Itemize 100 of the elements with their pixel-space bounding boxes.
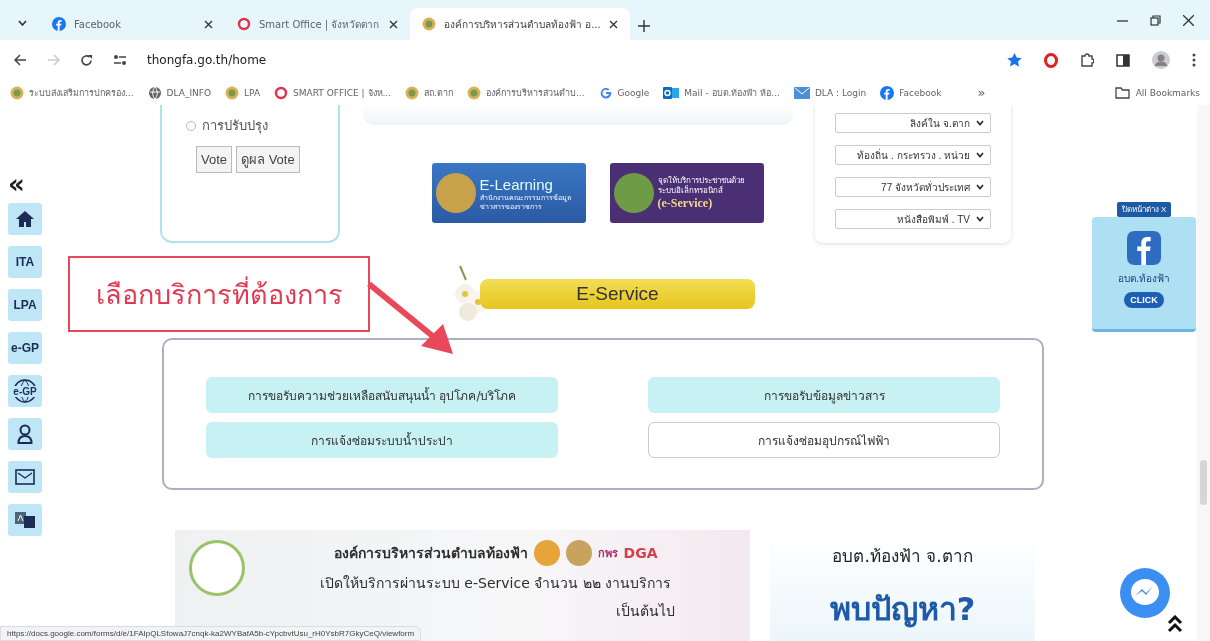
scroll-to-top-icon[interactable] xyxy=(1167,615,1183,633)
google-icon xyxy=(598,85,613,100)
bookmark[interactable]: Google xyxy=(617,87,650,98)
side-panel-icon[interactable] xyxy=(1116,53,1130,67)
service-button[interactable]: การแจ้งซ่อมระบบน้ำประปา xyxy=(206,422,558,458)
close-widget-button[interactable]: ปิดหน้าต่าง X xyxy=(1116,202,1172,217)
close-icon[interactable] xyxy=(389,19,398,29)
person-button[interactable] xyxy=(8,418,42,450)
mail-app-icon xyxy=(663,85,680,100)
bookmarks-overflow[interactable]: » xyxy=(977,85,986,100)
chevron-down-icon xyxy=(976,152,984,158)
collapse-sidebar[interactable]: « xyxy=(8,173,48,195)
chevron-down-icon xyxy=(976,216,984,222)
seal-icon xyxy=(10,85,24,100)
site-settings-icon[interactable] xyxy=(113,54,127,66)
puzzle-icon[interactable] xyxy=(1080,53,1094,67)
seal-icon xyxy=(533,540,560,566)
mail-icon xyxy=(793,86,810,99)
click-button[interactable]: CLICK xyxy=(1124,292,1164,308)
avatar-icon[interactable] xyxy=(1152,51,1170,69)
emblem-icon xyxy=(613,173,654,213)
bookmark[interactable]: Facebook xyxy=(899,87,942,98)
seal-icon xyxy=(466,85,481,100)
sidebar-link[interactable]: e-GP xyxy=(8,332,42,364)
scrollbar-thumb[interactable] xyxy=(1200,460,1207,505)
folder-icon xyxy=(1114,86,1130,99)
bookmark[interactable]: Mail - อบต.ท้องฟ้า ห้อ... xyxy=(684,85,780,100)
seal-icon xyxy=(422,17,436,31)
address-bar-url[interactable]: thongfa.go.th/home xyxy=(147,53,267,67)
seal-icon xyxy=(225,85,240,100)
banner-subtitle: (e-Service) xyxy=(657,195,714,211)
bookmark[interactable]: DLA : Login xyxy=(814,87,867,98)
facebook-icon xyxy=(880,85,895,100)
all-bookmarks[interactable]: All Bookmarks xyxy=(1135,87,1200,98)
link-dropdown[interactable]: ลิงค์ใน จ.ตาก xyxy=(835,113,991,133)
logo-text: กพร xyxy=(597,546,618,562)
restore-icon[interactable] xyxy=(1150,14,1161,26)
promo-text: เป็นต้นไป xyxy=(616,601,675,621)
browser-tab[interactable]: Facebook xyxy=(40,8,225,40)
home-button[interactable] xyxy=(8,203,42,235)
promo-headline: พบปัญหา? xyxy=(829,589,976,630)
link-dropdown[interactable]: หนังสือพิมพ์ . TV xyxy=(835,209,991,229)
banner-title: E-Learning xyxy=(479,175,553,193)
bookmark[interactable]: สถ.ตาก xyxy=(424,85,453,100)
home-icon xyxy=(15,210,35,228)
star-icon[interactable] xyxy=(1007,53,1022,67)
sidebar-link[interactable]: LPA xyxy=(8,289,42,321)
vote-button[interactable]: ดูผล Vote xyxy=(236,146,300,173)
facebook-icon xyxy=(52,17,66,31)
close-icon[interactable] xyxy=(204,19,213,29)
chevron-down-icon xyxy=(976,184,984,190)
reload-icon[interactable] xyxy=(80,53,93,67)
seal-icon xyxy=(405,85,420,100)
chevron-down-icon xyxy=(976,120,984,126)
facebook-icon xyxy=(1127,231,1161,265)
extension-icon[interactable] xyxy=(1044,52,1058,68)
bookmark[interactable]: ระบบส่งเสริมการปกครอง... xyxy=(29,85,134,100)
logo-text: DGA xyxy=(623,545,658,561)
menu-icon[interactable] xyxy=(1192,53,1196,67)
sidebar-link[interactable]: ITA xyxy=(8,246,42,278)
link-dropdown[interactable]: ท้องถิ่น . กระทรวง . หน่วย xyxy=(835,145,991,165)
egp-globe-link[interactable]: e-GP xyxy=(8,375,42,407)
back-arrow-icon[interactable] xyxy=(14,54,27,66)
facebook-widget[interactable]: อบต.ท้องฟ้า CLICK xyxy=(1092,217,1196,332)
seal-icon xyxy=(565,540,592,566)
emblem-icon xyxy=(435,173,476,213)
poll-option-label: การปรับปรุง xyxy=(202,117,268,136)
service-button[interactable]: การขอรับข้อมูลข่าวสาร xyxy=(648,377,1000,413)
ring-icon xyxy=(237,17,251,31)
link-dropdown[interactable]: 77 จังหวัดทั่วประเทศ xyxy=(835,177,991,197)
close-icon[interactable] xyxy=(608,19,618,29)
browser-tab[interactable]: องค์การบริหารส่วนตำบลท้องฟ้า อ... xyxy=(410,8,630,40)
bookmark[interactable]: DLA_INFO xyxy=(166,87,212,98)
promo-side-title: อบต.ท้องฟ้า จ.ตาก xyxy=(832,545,973,568)
caret-icon[interactable] xyxy=(17,20,27,26)
promo-text: เปิดให้บริการผ่านระบบ e-Service จำนวน ๒๒ งานบริการ xyxy=(319,574,672,593)
annotation-label: เลือกบริการที่ต้องการ xyxy=(68,256,370,332)
service-button[interactable]: การแจ้งซ่อมอุปกรณ์ไฟฟ้า xyxy=(648,422,1000,458)
widget-page-name: อบต.ท้องฟ้า xyxy=(1117,272,1171,286)
ring-icon xyxy=(274,85,289,100)
mail-button[interactable] xyxy=(8,461,42,493)
e-service-banner[interactable]: จุดให้บริการประชาชนด้วยระบบอิเล็กทรอนิกส์ (e-Service) xyxy=(609,163,764,223)
bookmark[interactable]: องค์การบริหารส่วนตำบ... xyxy=(485,85,585,100)
new-tab-icon[interactable] xyxy=(637,20,650,32)
service-button[interactable]: การขอรับความช่วยเหลือสนับสนุนน้ำ อุปโภค/บริโภค xyxy=(206,377,558,413)
emblem-icon xyxy=(189,540,245,596)
bookmark[interactable]: LPA xyxy=(244,87,261,98)
mail-icon xyxy=(15,469,35,485)
vote-button[interactable]: Vote xyxy=(196,146,233,173)
close-icon[interactable] xyxy=(1183,14,1194,26)
bookmark[interactable]: SMART OFFICE | จังห... xyxy=(293,85,392,100)
browser-tab[interactable]: Smart Office | จังหวัดตาก xyxy=(225,8,410,40)
status-bar-url: https://docs.google.com/forms/d/e/1FAIpQLSfowaJ7cnqk-ka2WYBafA5b-cYpcbvtUsu_rH0YsbR7GkyCeQ/viewform xyxy=(0,626,422,641)
globe-icon xyxy=(147,85,162,100)
translate-icon xyxy=(15,512,35,528)
section-title: E-Service xyxy=(480,279,755,309)
promo-title: องค์การบริหารส่วนตำบลท้องฟ้า xyxy=(333,544,528,563)
person-icon xyxy=(17,424,33,444)
translate-button[interactable] xyxy=(8,504,42,536)
banner-title: จุดให้บริการประชาชนด้วยระบบอิเล็กทรอนิกส์ xyxy=(657,175,746,196)
